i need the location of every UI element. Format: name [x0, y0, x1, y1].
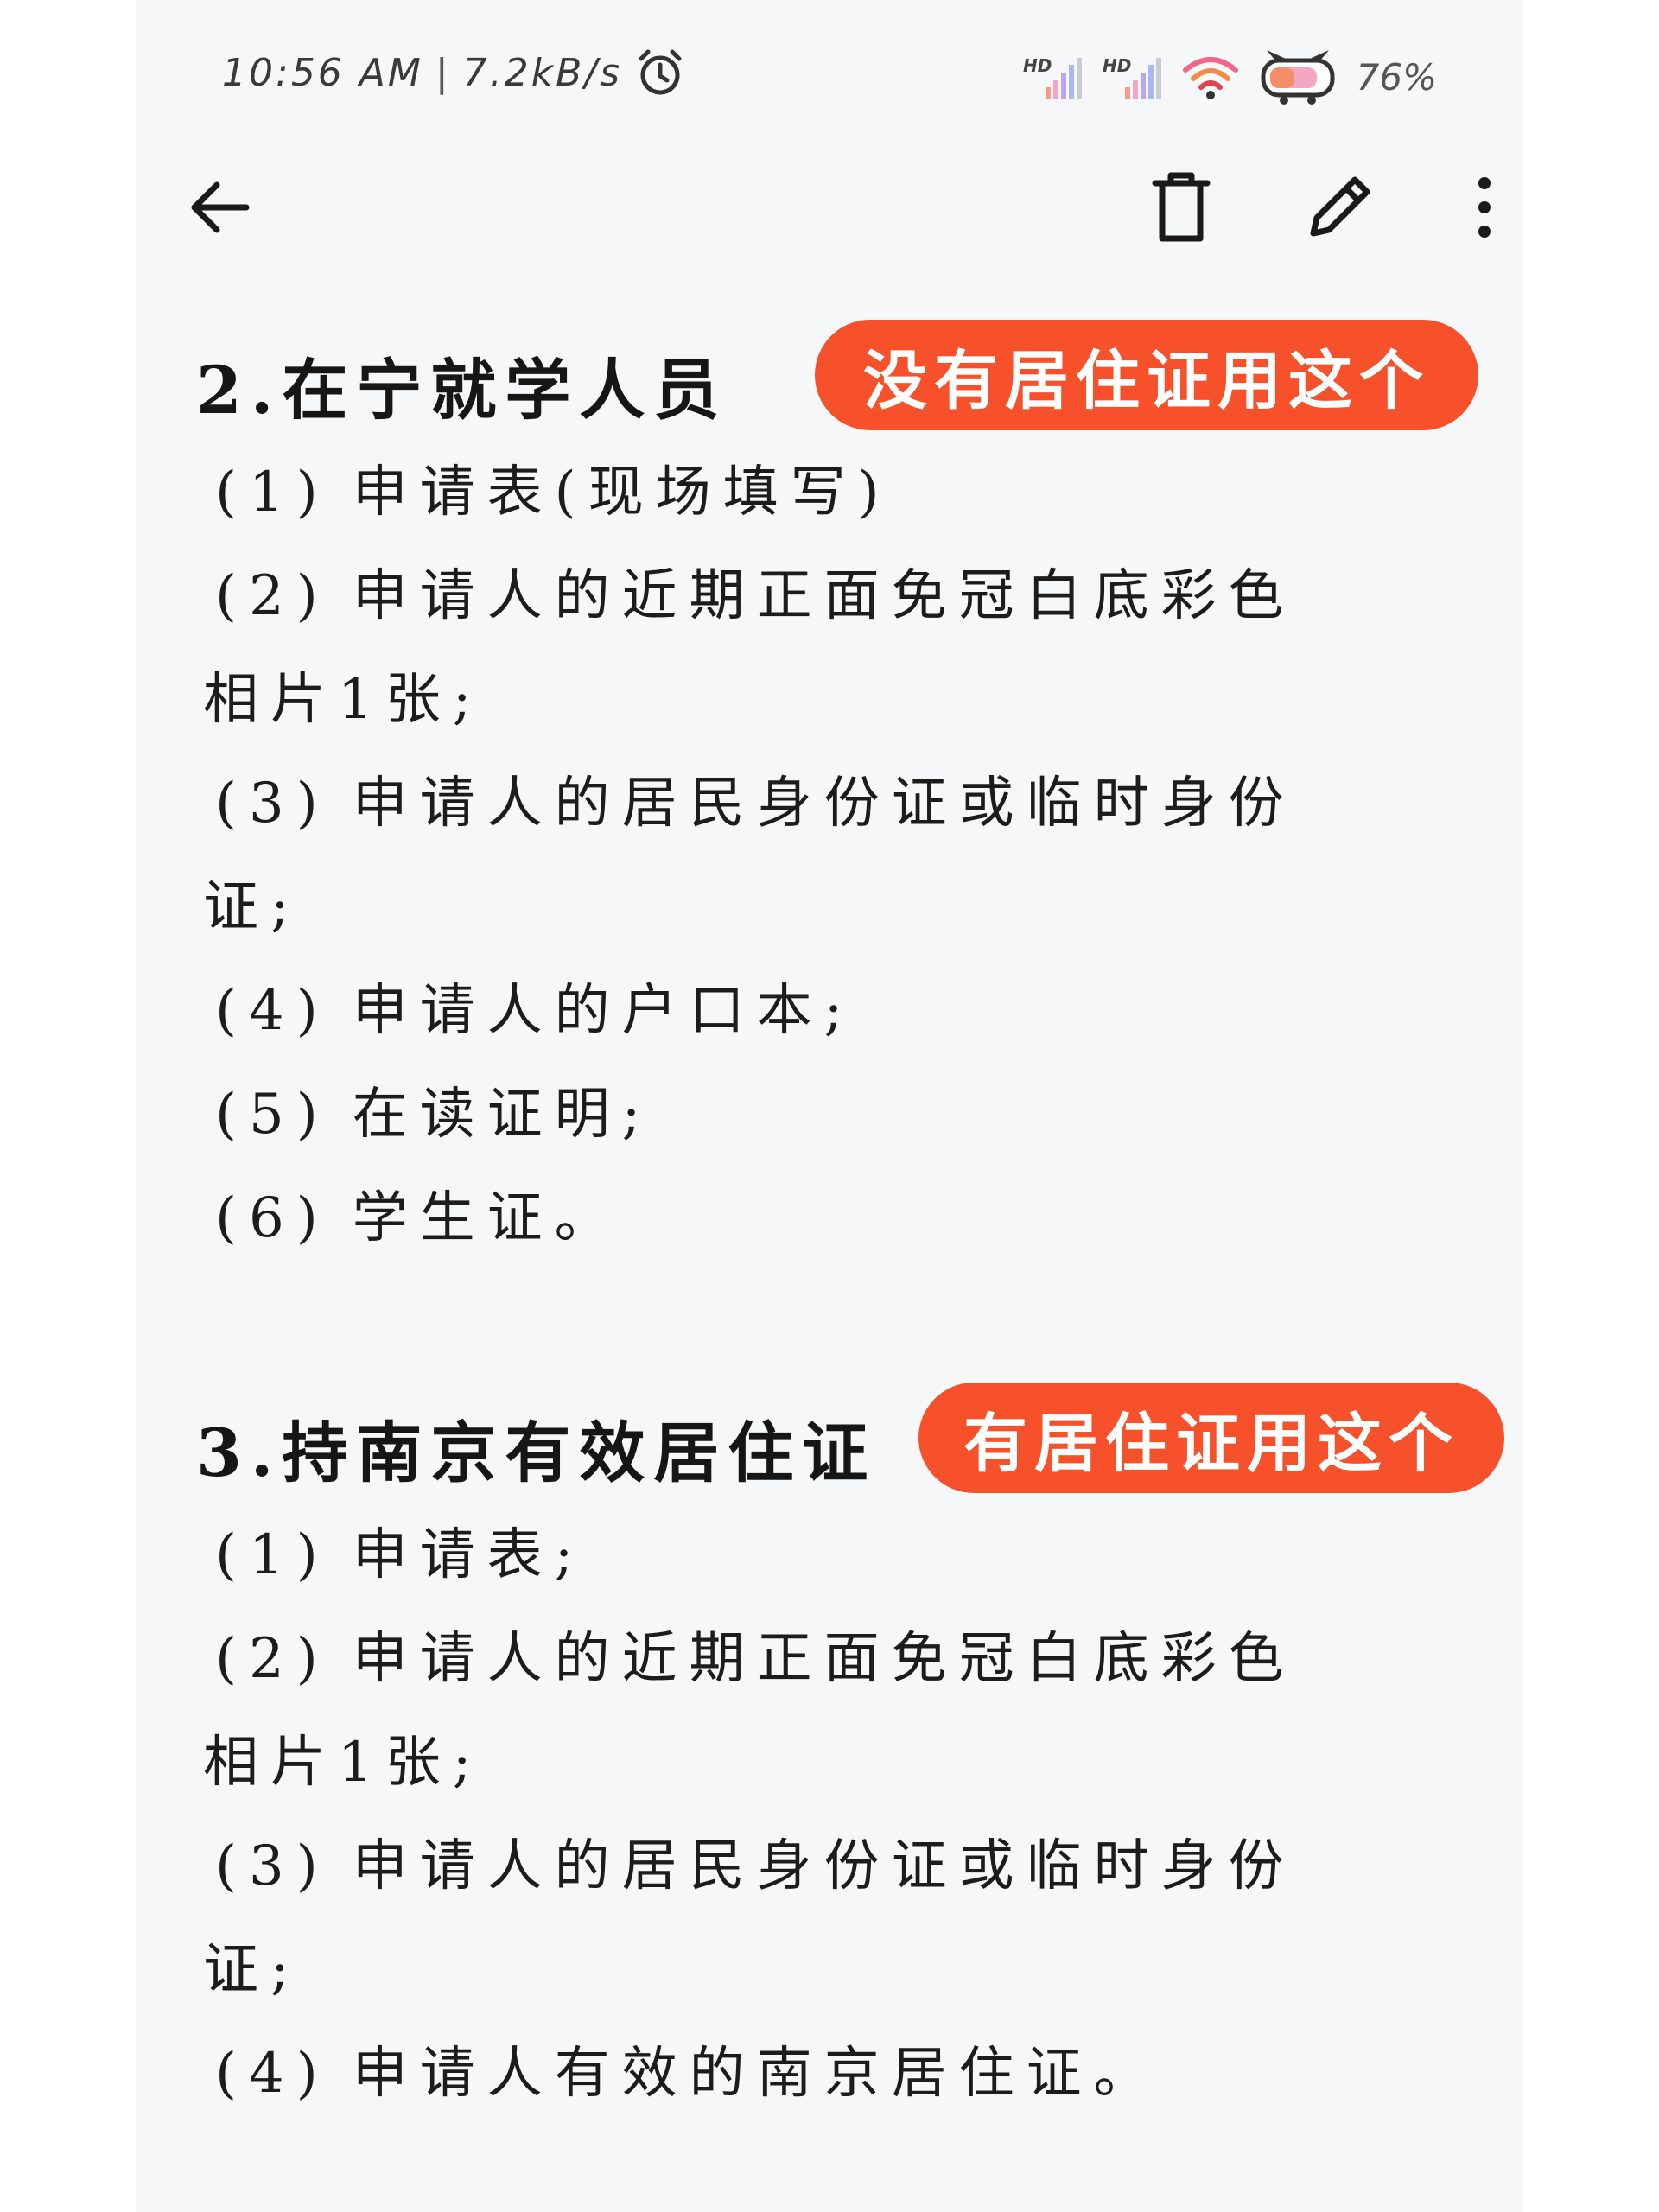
item-text-continued: 相片1张; — [203, 1731, 484, 1795]
requirement-list: (1) 申请表(现场填写) (2) 申请人的近期正面免冠白底彩色相片1张; (3) 申… — [196, 441, 1492, 1270]
section-header: 3.持南京有效居住证 有居住证用这个 — [196, 1382, 1504, 1503]
item-number: (3) — [215, 772, 330, 836]
status-separator: | — [435, 50, 451, 95]
section-title: 2.在宁就学人员 — [196, 352, 728, 429]
network-speed: 7.2kB/s — [462, 50, 623, 95]
status-time: 10:56 AM — [222, 50, 423, 95]
note-toolbar — [136, 156, 1523, 259]
status-right: HD HD 76% — [1023, 48, 1437, 105]
item-text: 学生证。 — [352, 1186, 622, 1250]
list-item: (4) 申请人的户口本; — [196, 959, 1492, 1063]
more-options-button[interactable] — [1446, 156, 1523, 259]
section-residence-permit: 3.持南京有效居住证 有居住证用这个 (1) 申请表; (2) 申请人的近期正面免冠… — [196, 1382, 1504, 2126]
signal-sim1-icon: HD — [1023, 53, 1084, 101]
list-item: (2) 申请人的近期正面免冠白底彩色相片1张; — [196, 1607, 1492, 1815]
item-text: 申请人的近期正面免冠白底彩色 — [352, 1627, 1296, 1691]
edit-button[interactable] — [1287, 156, 1391, 259]
list-item: (3) 申请人的居民身份证或临时身份 证; — [196, 1815, 1492, 2022]
item-text: 申请表(现场填写) — [352, 461, 892, 524]
list-item: (1) 申请表(现场填写) — [196, 441, 1492, 544]
list-item: (6) 学生证。 — [196, 1166, 1492, 1270]
item-number: (1) — [215, 1523, 330, 1587]
item-text: 申请人的近期正面免冠白底彩色 — [352, 564, 1296, 628]
battery-level: 76% — [1356, 55, 1437, 99]
item-text: 申请表; — [352, 1523, 586, 1587]
note-screen: 10:56 AM | 7.2kB/s HD HD 76% 2.在宁就学人员 没有… — [136, 0, 1523, 2212]
section-students: 2.在宁就学人员 没有居住证用这个 (1) 申请表(现场填写) (2) 申请人的近期… — [196, 320, 1492, 1270]
sim1-label: HD — [1023, 55, 1052, 76]
list-item: (5) 在读证明; — [196, 1063, 1492, 1166]
section-title: 3.持南京有效居住证 — [196, 1414, 877, 1491]
sim2-label: HD — [1103, 55, 1131, 76]
item-text-continued: 证; — [203, 1938, 302, 2002]
item-number: (6) — [215, 1186, 330, 1250]
section-header: 2.在宁就学人员 没有居住证用这个 — [196, 320, 1492, 441]
battery-icon — [1258, 48, 1338, 105]
status-left: 10:56 AM | 7.2kB/s — [222, 47, 686, 99]
delete-button[interactable] — [1129, 156, 1233, 259]
signal-sim2-icon: HD — [1103, 53, 1163, 101]
highlight-badge: 没有居住证用这个 — [815, 320, 1478, 430]
item-text: 申请人的居民身份证或临时身份 — [352, 772, 1296, 836]
more-vertical-icon — [1478, 177, 1491, 238]
item-number: (3) — [215, 1834, 330, 1898]
list-item: (1) 申请表; — [196, 1503, 1492, 1607]
list-item: (2) 申请人的近期正面免冠白底彩色相片1张; — [196, 544, 1492, 752]
item-text: 在读证明; — [352, 1083, 653, 1147]
requirement-list: (1) 申请表; (2) 申请人的近期正面免冠白底彩色相片1张; (3) 申请人的居民… — [196, 1503, 1492, 2126]
alarm-icon — [634, 47, 686, 99]
pencil-icon — [1310, 176, 1370, 237]
item-number: (2) — [215, 1627, 330, 1691]
item-text: 申请人的户口本; — [352, 979, 855, 1043]
item-number: (2) — [215, 564, 330, 628]
item-number: (5) — [215, 1083, 330, 1147]
item-number: (1) — [215, 461, 330, 524]
back-button[interactable] — [168, 156, 272, 259]
list-item: (4) 申请人有效的南京居住证。 — [196, 2022, 1492, 2126]
list-item: (3) 申请人的居民身份证或临时身份 证; — [196, 752, 1492, 959]
item-text: 申请人有效的南京居住证。 — [352, 2042, 1161, 2106]
item-text-continued: 相片1张; — [203, 668, 484, 732]
item-number: (4) — [215, 979, 330, 1043]
trash-icon — [1152, 172, 1211, 242]
note-body[interactable]: 2.在宁就学人员 没有居住证用这个 (1) 申请表(现场填写) (2) 申请人的近期… — [196, 320, 1504, 2126]
item-number: (4) — [215, 2042, 330, 2106]
arrow-left-icon — [191, 181, 250, 233]
status-bar: 10:56 AM | 7.2kB/s HD HD 76% — [136, 41, 1523, 111]
highlight-badge: 有居住证用这个 — [918, 1382, 1504, 1493]
item-text: 申请人的居民身份证或临时身份 — [352, 1834, 1296, 1898]
wifi-icon — [1182, 53, 1239, 101]
item-text-continued: 证; — [203, 875, 302, 939]
